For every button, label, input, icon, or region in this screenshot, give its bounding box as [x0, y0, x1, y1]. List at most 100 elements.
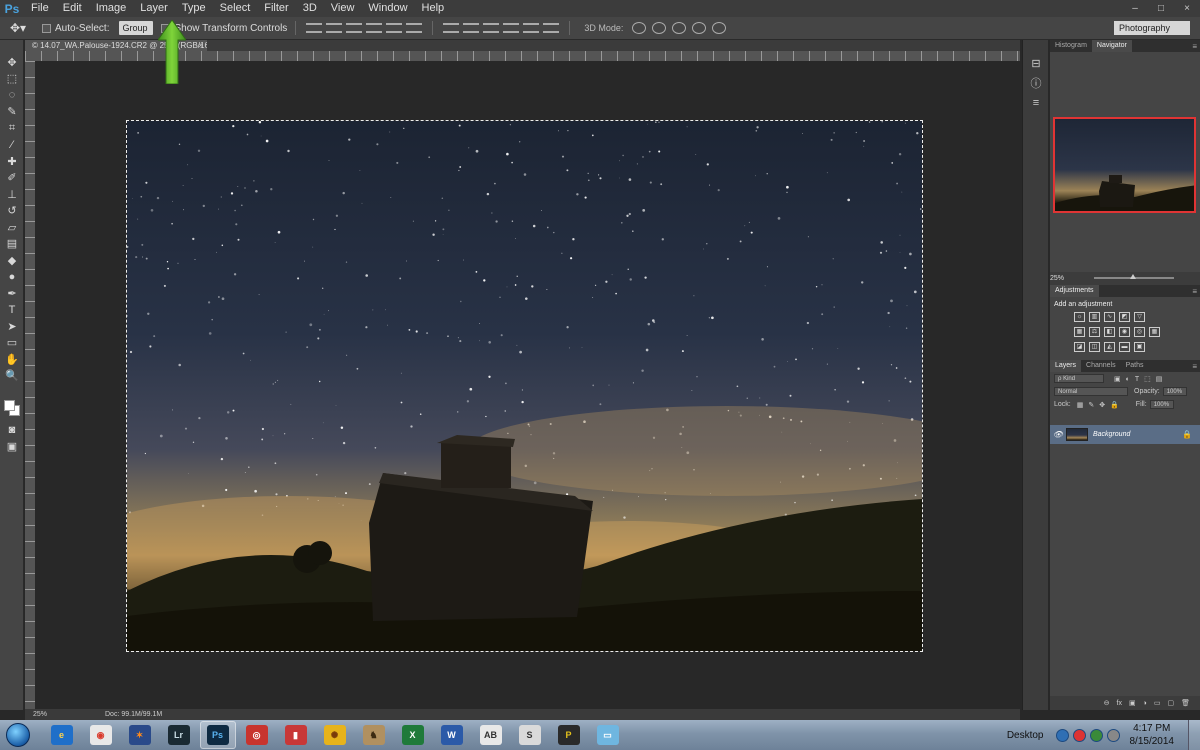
properties-panel-icon[interactable]: ≡: [1023, 94, 1049, 112]
channel-mixer-icon[interactable]: ◎: [1134, 327, 1145, 337]
taskbar-app-app-ab[interactable]: AB: [473, 721, 509, 749]
color-balance-icon[interactable]: ⚖: [1089, 327, 1100, 337]
align-right-icon[interactable]: [406, 23, 423, 33]
exposure-icon[interactable]: ◩: [1119, 312, 1130, 322]
taskbar-app-lightroom[interactable]: Lr: [161, 721, 197, 749]
menu-file[interactable]: File: [24, 0, 56, 17]
history-panel-icon[interactable]: ⊟: [1023, 54, 1049, 72]
panel-menu-icon[interactable]: ≡: [1192, 362, 1200, 371]
color-lookup-icon[interactable]: ▦: [1149, 327, 1160, 337]
screen-mode-icon[interactable]: ▣: [0, 438, 24, 455]
blur-tool-icon[interactable]: ◆: [0, 252, 24, 269]
tab-layers[interactable]: Layers: [1050, 360, 1082, 372]
clone-stamp-tool-icon[interactable]: ⊥: [0, 186, 24, 203]
distribute-vcenter-icon[interactable]: [463, 23, 480, 33]
gradient-map-icon[interactable]: ▬: [1119, 342, 1130, 352]
hue-saturation-icon[interactable]: ▦: [1074, 327, 1085, 337]
new-adjustment-layer-icon[interactable]: ◑: [1143, 700, 1147, 707]
lasso-tool-icon[interactable]: ◌: [0, 87, 24, 104]
menu-help[interactable]: Help: [415, 0, 452, 17]
vibrance-icon[interactable]: ▽: [1134, 312, 1145, 322]
desktop-toolbar-label[interactable]: Desktop: [1007, 730, 1044, 741]
3d-orbit-icon[interactable]: [632, 22, 647, 34]
distribute-top-icon[interactable]: [443, 23, 460, 33]
eraser-tool-icon[interactable]: ▱: [0, 219, 24, 236]
move-tool-icon[interactable]: ✥: [0, 54, 24, 71]
zoom-level[interactable]: 25%: [25, 711, 65, 718]
new-layer-icon[interactable]: ▢: [1167, 699, 1174, 707]
align-hcenter-icon[interactable]: [386, 23, 403, 33]
hand-tool-icon[interactable]: ✋: [0, 351, 24, 368]
photo-filter-icon[interactable]: ◉: [1119, 327, 1130, 337]
move-tool-preset-icon[interactable]: ✥▾: [0, 21, 34, 35]
vertical-ruler[interactable]: [25, 61, 35, 709]
layer-name[interactable]: Background: [1093, 431, 1130, 438]
menu-view[interactable]: View: [324, 0, 362, 17]
3d-roll-icon[interactable]: [652, 22, 667, 34]
marquee-tool-icon[interactable]: ⬚: [0, 71, 24, 88]
crop-tool-icon[interactable]: ⌗: [0, 120, 24, 137]
gradient-tool-icon[interactable]: ▤: [0, 236, 24, 253]
volume-icon[interactable]: [1106, 728, 1120, 742]
menu-3d[interactable]: 3D: [296, 0, 324, 17]
add-mask-icon[interactable]: ▣: [1129, 699, 1136, 707]
quick-mask-icon[interactable]: ◙: [0, 422, 24, 439]
eyedropper-tool-icon[interactable]: ⁄: [0, 137, 24, 154]
selective-color-icon[interactable]: ▣: [1134, 342, 1145, 352]
align-left-icon[interactable]: [366, 23, 383, 33]
visibility-eye-icon[interactable]: 👁: [1050, 430, 1066, 439]
tray-app-icon[interactable]: [1072, 728, 1086, 742]
align-bottom-icon[interactable]: [346, 23, 363, 33]
layer-style-icon[interactable]: fx: [1117, 700, 1122, 707]
distribute-hcenter-icon[interactable]: [523, 23, 540, 33]
taskbar-app-word[interactable]: W: [434, 721, 470, 749]
document-photo[interactable]: [126, 120, 923, 652]
navigator-zoom-slider[interactable]: [1094, 274, 1175, 279]
3d-slide-icon[interactable]: [692, 22, 707, 34]
start-button[interactable]: [0, 720, 36, 750]
black-white-icon[interactable]: ◧: [1104, 327, 1115, 337]
maximize-button[interactable]: □: [1148, 3, 1174, 14]
menu-window[interactable]: Window: [361, 0, 414, 17]
layer-row-background[interactable]: 👁 Background 🔒: [1050, 425, 1200, 444]
fill-field[interactable]: 100%: [1149, 400, 1174, 409]
align-vcenter-icon[interactable]: [326, 23, 343, 33]
navigator-zoom-value[interactable]: 25%: [1050, 275, 1064, 282]
tab-histogram[interactable]: Histogram: [1050, 40, 1092, 52]
path-selection-tool-icon[interactable]: ➤: [0, 318, 24, 335]
brush-tool-icon[interactable]: ✐: [0, 170, 24, 187]
taskbar-app-app-p[interactable]: P: [551, 721, 587, 749]
healing-brush-tool-icon[interactable]: ✚: [0, 153, 24, 170]
pen-tool-icon[interactable]: ✒: [0, 285, 24, 302]
rectangle-tool-icon[interactable]: ▭: [0, 335, 24, 352]
taskbar-app-chrome[interactable]: ◉: [83, 721, 119, 749]
clock[interactable]: 4:17 PM 8/15/2014: [1130, 722, 1175, 748]
menu-type[interactable]: Type: [175, 0, 213, 17]
new-group-icon[interactable]: ▭: [1154, 699, 1161, 707]
taskbar-app-excel[interactable]: X: [395, 721, 431, 749]
layer-filter-icons[interactable]: ▣◐T⬚▤: [1114, 375, 1167, 383]
taskbar-app-app-figure[interactable]: ♞: [356, 721, 392, 749]
tab-adjustments[interactable]: Adjustments: [1050, 285, 1099, 297]
workspace-switcher[interactable]: Photography: [1114, 21, 1190, 35]
brightness-contrast-icon[interactable]: ☼: [1074, 312, 1085, 322]
taskbar-app-app-yellow[interactable]: ✺: [317, 721, 353, 749]
taskbar-app-firefox-like[interactable]: ✶: [122, 721, 158, 749]
close-document-icon[interactable]: ×: [198, 40, 203, 51]
link-layers-icon[interactable]: ⊖: [1104, 699, 1110, 707]
document-info[interactable]: Doc: 99.1M/99.1M: [65, 711, 162, 718]
taskbar-app-app-monitor[interactable]: ▭: [590, 721, 626, 749]
foreground-color-swatch[interactable]: [4, 400, 15, 411]
invert-icon[interactable]: ◪: [1074, 342, 1085, 352]
panel-menu-icon[interactable]: ≡: [1192, 287, 1200, 296]
taskbar-app-app-s[interactable]: S: [512, 721, 548, 749]
info-panel-icon[interactable]: ⓘ: [1023, 74, 1049, 92]
panel-menu-icon[interactable]: ≡: [1192, 42, 1200, 51]
dodge-tool-icon[interactable]: ●: [0, 269, 24, 286]
quick-select-tool-icon[interactable]: ✎: [0, 104, 24, 121]
tab-paths[interactable]: Paths: [1121, 360, 1149, 372]
history-brush-tool-icon[interactable]: ↺: [0, 203, 24, 220]
auto-select-checkbox[interactable]: [42, 23, 51, 33]
distribute-bottom-icon[interactable]: [483, 23, 500, 33]
close-window-button[interactable]: ×: [1174, 3, 1200, 14]
